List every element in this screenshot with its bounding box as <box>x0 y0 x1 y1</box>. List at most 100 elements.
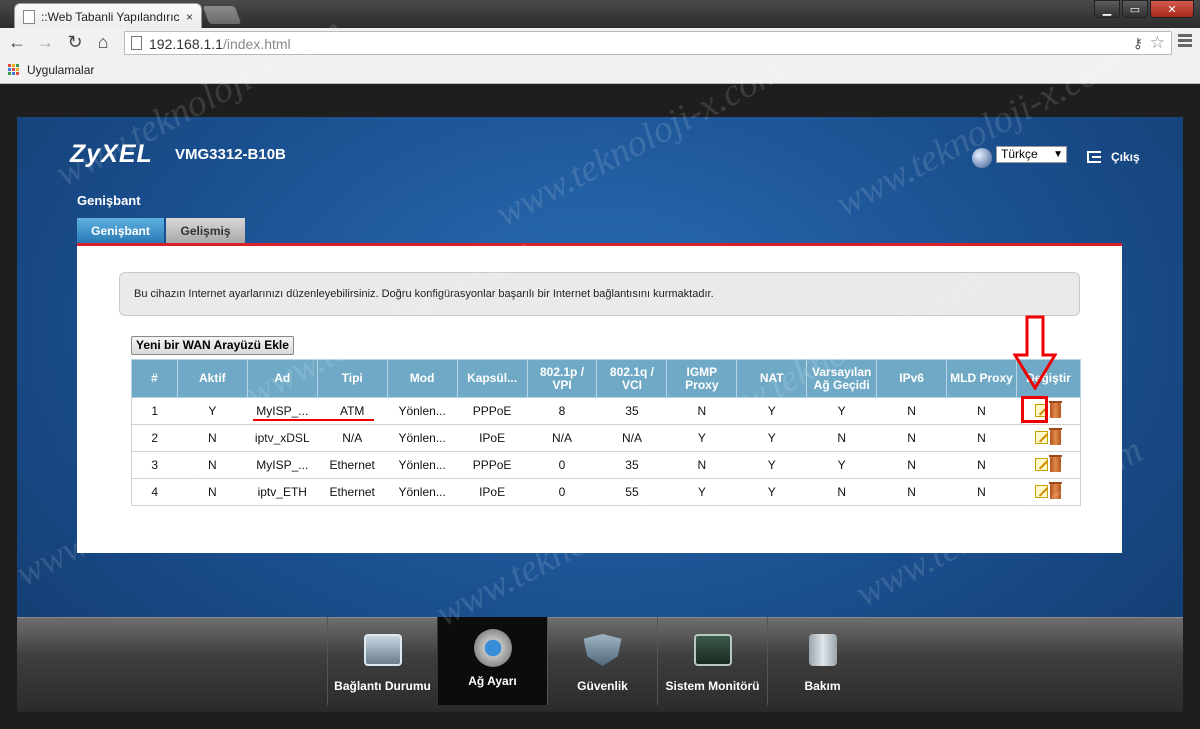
home-icon[interactable]: ⌂ <box>92 32 114 53</box>
maintenance-icon <box>808 634 837 666</box>
cell-vpi: 0 <box>527 478 597 506</box>
tab-close-icon[interactable]: × <box>186 10 193 24</box>
nav-connection-status[interactable]: Bağlantı Durumu <box>327 617 437 705</box>
edit-icon[interactable] <box>1035 484 1049 498</box>
network-settings-icon <box>473 629 512 667</box>
cell-gateway: N <box>806 478 877 506</box>
cell-mode: Yönlen... <box>387 478 458 506</box>
cell-type: Ethernet <box>317 478 388 506</box>
col-index: # <box>131 359 178 398</box>
bookmarks-bar: Uygulamalar <box>0 58 1200 84</box>
cell-actions <box>1016 424 1082 452</box>
zyxel-logo: ZyXEL <box>70 140 153 168</box>
cell-nat: Y <box>736 478 807 506</box>
cell-vci: N/A <box>596 424 667 452</box>
model-name: VMG3312-B10B <box>175 146 286 163</box>
info-notice: Bu cihazın Internet ayarlarınızı düzenle… <box>119 272 1080 316</box>
nav-maintenance[interactable]: Bakım <box>767 617 877 705</box>
tab-title: ::Web Tabanli Yapılandırıc <box>41 9 180 24</box>
language-globe-icon <box>972 148 992 168</box>
nav-label: Bağlantı Durumu <box>334 679 431 693</box>
nav-security[interactable]: Güvenlik <box>547 617 657 705</box>
tab-genisbant[interactable]: Genişbant <box>77 218 164 243</box>
back-arrow-icon[interactable]: ← <box>6 32 28 53</box>
browser-titlebar: ::Web Tabanli Yapılandırıc × ▁ ▭ ✕ <box>0 0 1200 29</box>
edit-icon[interactable] <box>1035 457 1049 471</box>
cell-active: N <box>177 424 248 452</box>
key-icon[interactable]: ⚷ <box>1133 35 1143 52</box>
apps-bookmark-label[interactable]: Uygulamalar <box>27 63 94 77</box>
cell-nat: Y <box>736 424 807 452</box>
cell-igmp: Y <box>666 478 737 506</box>
forward-arrow-icon[interactable]: → <box>34 32 56 53</box>
language-select[interactable]: Türkçe ▼ <box>996 146 1067 163</box>
col-default-gateway: Varsayılan Ağ Geçidi <box>806 359 878 398</box>
bookmark-star-icon[interactable]: ☆ <box>1150 33 1165 53</box>
cell-type: Ethernet <box>317 451 388 479</box>
trash-icon[interactable] <box>1049 454 1063 472</box>
edit-icon[interactable] <box>1035 430 1049 444</box>
cell-gateway: Y <box>806 397 877 425</box>
cell-vpi: 0 <box>527 451 597 479</box>
close-window-button[interactable]: ✕ <box>1150 0 1194 18</box>
cell-mld: N <box>946 451 1017 479</box>
cell-gateway: N <box>806 424 877 452</box>
cell-index: 4 <box>131 478 178 506</box>
cell-igmp: Y <box>666 424 737 452</box>
content-panel: Bu cihazın Internet ayarlarınızı düzenle… <box>77 246 1122 553</box>
table-row: 4 N iptv_ETH Ethernet Yönlen... IPoE 0 5… <box>131 478 1082 506</box>
browser-toolbar: ← → ↻ ⌂ 192.168.1.1/index.html ⚷ ☆ <box>0 28 1200 58</box>
cell-ipv6: N <box>876 397 947 425</box>
cell-vpi: 8 <box>527 397 597 425</box>
cell-mld: N <box>946 397 1017 425</box>
table-row: 2 N iptv_xDSL N/A Yönlen... IPoE N/A N/A… <box>131 424 1082 452</box>
add-wan-interface-button[interactable]: Yeni bir WAN Arayüzü Ekle <box>131 336 294 355</box>
url-host: 192.168.1.1 <box>149 36 223 52</box>
trash-icon[interactable] <box>1049 481 1063 499</box>
cell-index: 1 <box>131 397 178 425</box>
browser-tab[interactable]: ::Web Tabanli Yapılandırıc × <box>14 3 202 29</box>
cell-nat: Y <box>736 451 807 479</box>
cell-encapsulation: PPPoE <box>457 397 528 425</box>
cell-igmp: N <box>666 397 737 425</box>
cell-vci: 35 <box>596 451 667 479</box>
cell-mld: N <box>946 478 1017 506</box>
language-value: Türkçe <box>1001 147 1038 161</box>
cell-name: MyISP_... <box>247 451 318 479</box>
cell-type: N/A <box>317 424 388 452</box>
nav-label: Güvenlik <box>577 679 628 693</box>
cell-active: N <box>177 478 248 506</box>
cell-mode: Yönlen... <box>387 424 458 452</box>
trash-icon[interactable] <box>1049 427 1063 445</box>
trash-icon[interactable] <box>1049 400 1063 418</box>
browser-menu-icon[interactable] <box>1178 34 1192 49</box>
cell-mld: N <box>946 424 1017 452</box>
maximize-button[interactable]: ▭ <box>1122 0 1148 18</box>
apps-grid-icon[interactable] <box>8 64 20 76</box>
cell-name: iptv_xDSL <box>247 424 318 452</box>
col-mode: Mod <box>386 359 458 398</box>
cell-actions <box>1016 478 1082 506</box>
nav-system-monitor[interactable]: Sistem Monitörü <box>657 617 767 705</box>
nav-label: Sistem Monitörü <box>665 679 760 693</box>
annotation-underline <box>253 419 374 421</box>
cell-gateway: Y <box>806 451 877 479</box>
logout-link[interactable]: Çıkış <box>1111 150 1140 164</box>
cell-active: N <box>177 451 248 479</box>
cell-index: 3 <box>131 451 178 479</box>
annotation-highlight-box <box>1021 396 1048 423</box>
cell-ipv6: N <box>876 451 947 479</box>
new-tab-button[interactable] <box>202 6 242 24</box>
tab-gelismis[interactable]: Gelişmiş <box>166 218 245 243</box>
cell-active: Y <box>177 397 248 425</box>
cell-igmp: N <box>666 451 737 479</box>
minimize-button[interactable]: ▁ <box>1094 0 1120 18</box>
reload-icon[interactable]: ↻ <box>64 32 86 53</box>
cell-index: 2 <box>131 424 178 452</box>
nav-network-settings[interactable]: Ağ Ayarı <box>437 617 547 705</box>
cell-encapsulation: PPPoE <box>457 451 528 479</box>
page-title: Genişbant <box>77 193 141 208</box>
wan-interface-table: # Aktif Ad Tipi Mod Kapsül... 802.1p / V… <box>131 359 1082 506</box>
logout-icon[interactable] <box>1087 151 1101 163</box>
address-bar[interactable]: 192.168.1.1/index.html ⚷ ☆ <box>124 31 1172 55</box>
